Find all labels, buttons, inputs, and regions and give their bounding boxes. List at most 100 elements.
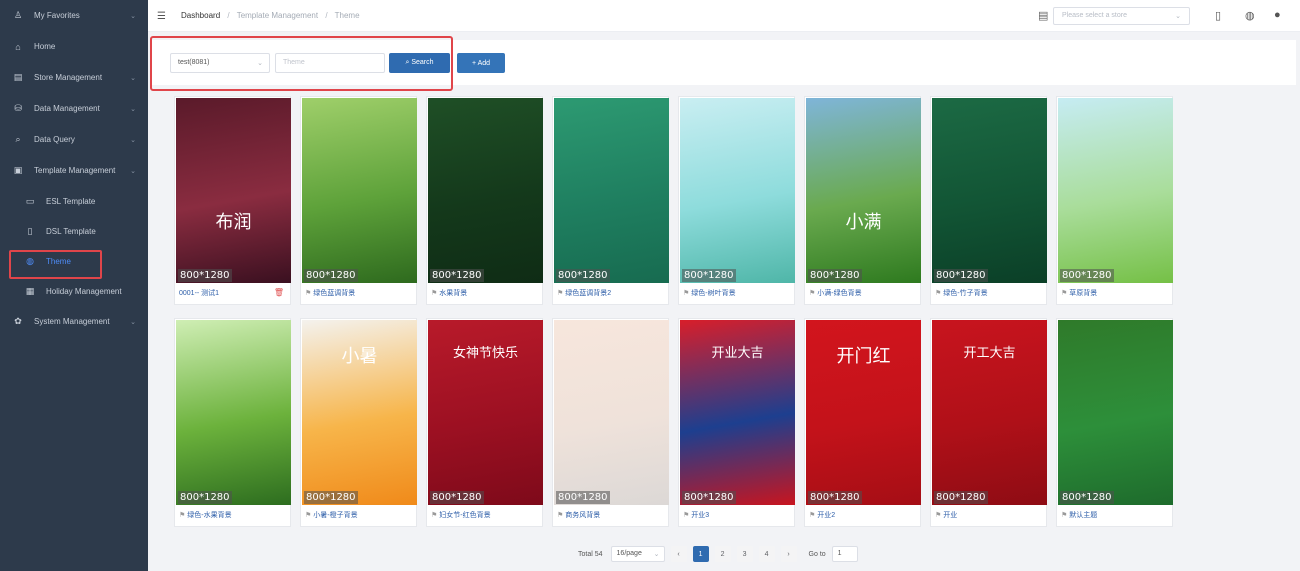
theme-thumbnail-text: 女神节快乐 xyxy=(452,346,518,361)
theme-card[interactable]: 布润 800*1280 0001-- 测试1 🗑 xyxy=(174,96,291,305)
flag-icon: ⚑ xyxy=(935,290,942,297)
avatar[interactable]: ● xyxy=(1274,9,1281,21)
theme-card[interactable]: 小满 800*1280 ⚑ 小满-绿色背景 xyxy=(804,96,921,305)
search-icon: ⌕ xyxy=(15,134,21,144)
theme-card[interactable]: 800*1280 ⚑ 草原背景 xyxy=(1056,96,1173,305)
chevron-down-icon: ⌄ xyxy=(257,60,263,67)
theme-thumbnail: 800*1280 xyxy=(1058,98,1173,283)
flag-icon: ⚑ xyxy=(305,290,312,297)
flag-icon: ⚑ xyxy=(431,512,438,519)
theme-card[interactable]: 开工大吉 800*1280 ⚑ 开业 xyxy=(930,318,1047,527)
theme-caption: ⚑ 小暑-橙子背景 xyxy=(305,510,358,520)
resolution-badge: 800*1280 xyxy=(934,491,988,504)
search-button[interactable]: ⌕ Search xyxy=(389,53,450,73)
theme-card[interactable]: 800*1280 ⚑ 商务风背景 xyxy=(552,318,669,527)
page-button[interactable]: 3 xyxy=(736,546,753,562)
theme-caption: ⚑ 开业2 xyxy=(809,510,835,520)
theme-caption: ⚑ 妇女节-红色背景 xyxy=(431,510,491,520)
page-size-select[interactable]: 16/page ⌄ xyxy=(610,546,665,562)
resolution-badge: 800*1280 xyxy=(304,491,358,504)
sidebar-item-esl-template[interactable]: ▭ ESL Template xyxy=(0,186,148,216)
chevron-down-icon: ⌄ xyxy=(653,551,660,558)
sidebar-item-label: Template Management xyxy=(34,166,116,175)
flag-icon: ⚑ xyxy=(935,512,942,519)
sidebar-item-label: System Management xyxy=(34,317,110,326)
sidebar-item-label: Data Management xyxy=(34,104,100,113)
theme-caption-text: 妇女节-红色背景 xyxy=(439,512,491,519)
theme-thumbnail: 布润 800*1280 xyxy=(176,98,291,283)
globe-icon[interactable]: ◍ xyxy=(1245,9,1255,22)
breadcrumb-dashboard[interactable]: Dashboard xyxy=(181,11,220,20)
store-filter-value: test(8081) xyxy=(178,59,210,66)
theme-card[interactable]: 800*1280 ⚑ 绿色-树叶背景 xyxy=(678,96,795,305)
store-select[interactable]: Please select a store ⌄ xyxy=(1053,7,1190,25)
theme-card[interactable]: 800*1280 ⚑ 水果背景 xyxy=(426,96,543,305)
sidebar-item-dsl-template[interactable]: ▯ DSL Template xyxy=(0,216,148,246)
goto-page-input[interactable]: 1 xyxy=(831,546,858,562)
theme-card[interactable]: 开业大吉 800*1280 ⚑ 开业3 xyxy=(678,318,795,527)
chevron-down-icon: ⌄ xyxy=(130,167,136,175)
theme-thumbnail: 800*1280 xyxy=(554,320,669,505)
monitor-icon: ▭ xyxy=(25,195,35,206)
theme-caption: ⚑ 默认主题 xyxy=(1061,510,1097,520)
theme-caption-text: 草原背景 xyxy=(1069,290,1098,297)
theme-card[interactable]: 女神节快乐 800*1280 ⚑ 妇女节-红色背景 xyxy=(426,318,543,527)
flag-icon: ⚑ xyxy=(305,512,312,519)
theme-caption-text: 水果背景 xyxy=(439,290,468,297)
theme-thumbnail: 800*1280 xyxy=(932,98,1047,283)
menu-toggle-icon[interactable]: ☰ xyxy=(157,11,166,22)
theme-thumbnail-text: 小满 xyxy=(845,212,882,233)
prev-page-button[interactable]: ‹ xyxy=(670,546,687,562)
tablet-icon[interactable]: ▯ xyxy=(1215,9,1221,22)
sidebar-item-label: My Favorites xyxy=(34,11,80,20)
theme-thumbnail: 800*1280 xyxy=(680,98,795,283)
theme-caption: ⚑ 水果背景 xyxy=(431,288,467,298)
theme-caption-text: 绿色蓝调背景 xyxy=(313,290,356,297)
page-button[interactable]: 2 xyxy=(714,546,731,562)
flag-icon: ⚑ xyxy=(809,290,816,297)
tablet-icon: ▯ xyxy=(27,225,33,236)
resolution-badge: 800*1280 xyxy=(1060,491,1114,504)
resolution-badge: 800*1280 xyxy=(1060,269,1114,282)
theme-card[interactable]: 800*1280 ⚑ 绿色蓝调背景2 xyxy=(552,96,669,305)
theme-card[interactable]: 800*1280 ⚑ 绿色-水果背景 xyxy=(174,318,291,527)
store-icon: ▤ xyxy=(1038,10,1049,22)
add-button[interactable]: + Add xyxy=(457,53,505,73)
next-page-button[interactable]: › xyxy=(780,546,797,562)
sidebar-item-label: ESL Template xyxy=(46,196,96,206)
sidebar-item-template-management[interactable]: ▣ Template Management ⌄ xyxy=(0,155,148,186)
theme-card[interactable]: 小暑 800*1280 ⚑ 小暑-橙子背景 xyxy=(300,318,417,527)
sidebar-item-home[interactable]: ⌂ Home xyxy=(0,31,148,62)
flag-icon: ⚑ xyxy=(683,512,690,519)
theme-thumbnail: 800*1280 xyxy=(428,98,543,283)
theme-caption: ⚑ 草原背景 xyxy=(1061,288,1097,298)
flag-icon: ⚑ xyxy=(1061,290,1068,297)
sidebar-item-store-management[interactable]: ▤ Store Management ⌄ xyxy=(0,62,148,93)
page-button[interactable]: 4 xyxy=(758,546,775,562)
add-button-label: + Add xyxy=(471,59,491,67)
sidebar-item-my-favorites[interactable]: ♙ My Favorites ⌄ xyxy=(0,0,148,31)
theme-grid: 布润 800*1280 0001-- 测试1 🗑 800*1280 ⚑ 绿色蓝调背景 800*… xyxy=(168,96,1288,536)
chevron-down-icon: ⌄ xyxy=(130,105,136,113)
theme-thumbnail: 小满 800*1280 xyxy=(806,98,921,283)
page-size-value: 16/page xyxy=(616,550,642,557)
theme-thumbnail: 800*1280 xyxy=(302,98,417,283)
theme-card[interactable]: 800*1280 ⚑ 绿色-竹子背景 xyxy=(930,96,1047,305)
theme-card[interactable]: 800*1280 ⚑ 绿色蓝调背景 xyxy=(300,96,417,305)
theme-card[interactable]: 800*1280 ⚑ 默认主题 xyxy=(1056,318,1173,527)
theme-input[interactable]: Theme xyxy=(275,53,385,73)
theme-caption: 0001-- 测试1 xyxy=(179,288,219,298)
theme-card[interactable]: 开门红 800*1280 ⚑ 开业2 xyxy=(804,318,921,527)
store-filter-select[interactable]: test(8081) ⌄ xyxy=(170,53,270,73)
chevron-down-icon: ⌄ xyxy=(130,318,136,326)
resolution-badge: 800*1280 xyxy=(178,491,232,504)
breadcrumb-template-management[interactable]: Template Management xyxy=(237,11,318,20)
home-icon: ⌂ xyxy=(15,41,21,52)
trash-icon[interactable]: 🗑 xyxy=(274,288,284,297)
sidebar-item-holiday-management[interactable]: ▦ Holiday Management xyxy=(0,276,148,306)
page-button[interactable]: 1 xyxy=(692,546,709,562)
sidebar-item-system-management[interactable]: ✿ System Management ⌄ xyxy=(0,306,148,337)
sidebar-item-data-management[interactable]: ⛁ Data Management ⌄ xyxy=(0,93,148,124)
breadcrumb-separator: / xyxy=(227,11,230,20)
sidebar-item-data-query[interactable]: ⌕ Data Query ⌄ xyxy=(0,124,148,155)
